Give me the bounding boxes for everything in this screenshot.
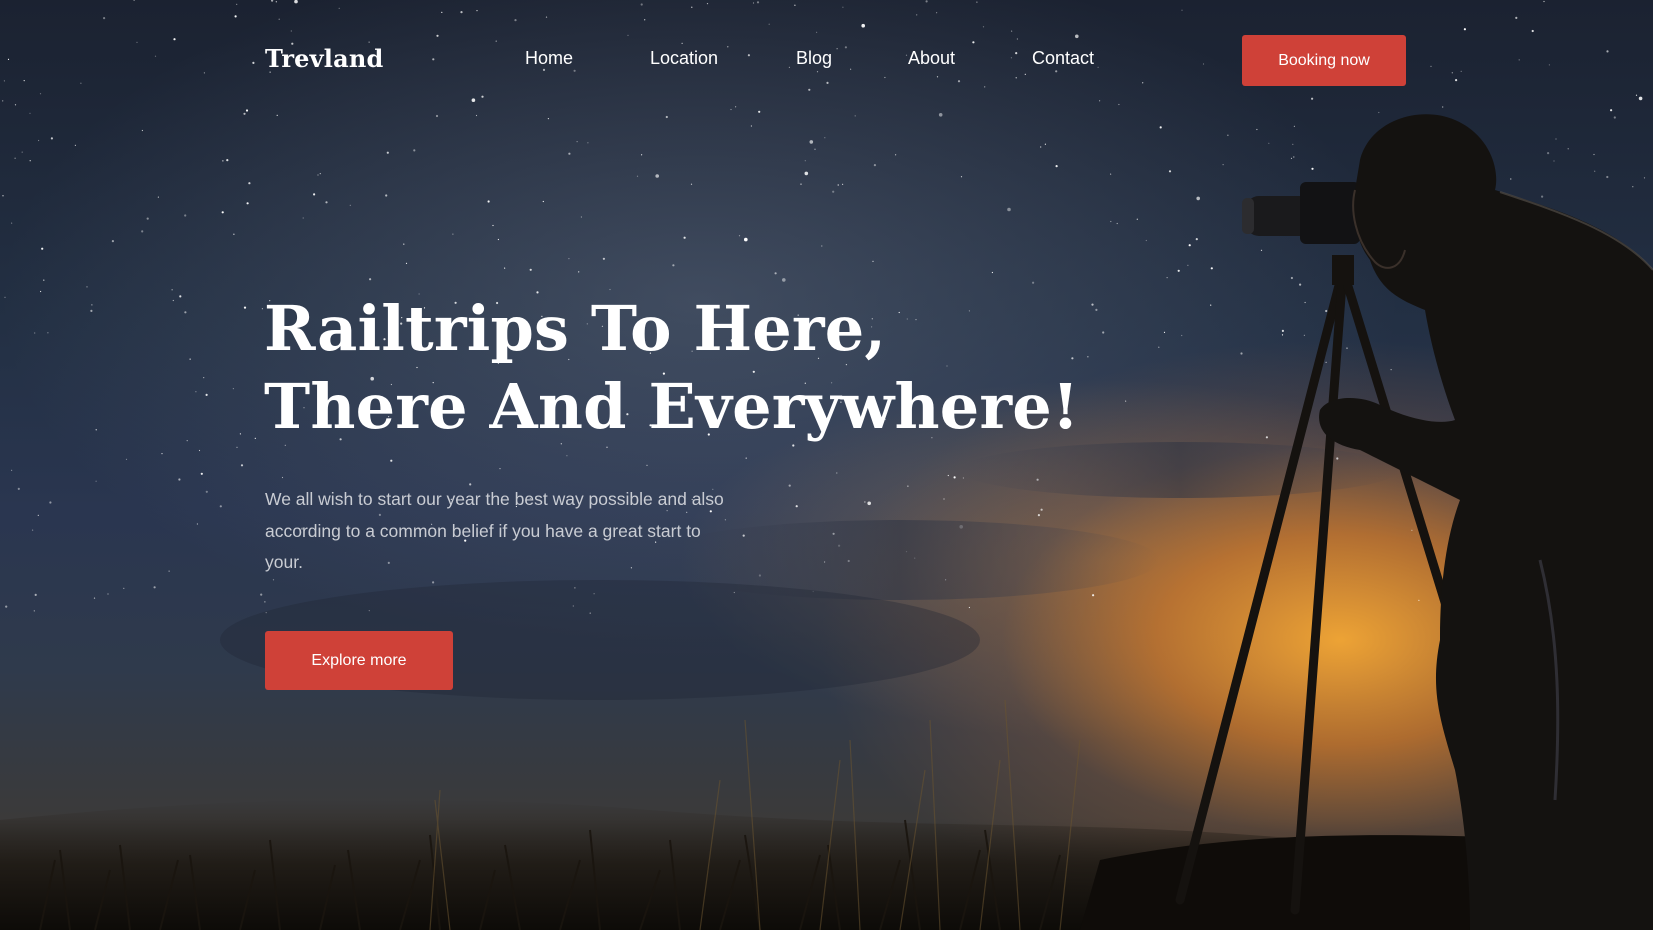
photographer-silhouette-image	[0, 114, 1653, 930]
nav-item-contact[interactable]: Contact	[1032, 48, 1094, 69]
nav-item-blog[interactable]: Blog	[796, 48, 832, 69]
hero-title-line-2: There And Everywhere!	[264, 370, 1080, 443]
hero-description: We all wish to start our year the best w…	[265, 489, 724, 572]
nav-item-location[interactable]: Location	[650, 48, 718, 69]
nav-item-about[interactable]: About	[908, 48, 955, 69]
explore-more-button[interactable]: Explore more	[265, 631, 453, 690]
hero-page: Trevland Home Location Blog About Contac…	[0, 0, 1653, 930]
hero-title-line-1: Railtrips To Here,	[264, 292, 887, 365]
booking-now-button[interactable]: Booking now	[1242, 35, 1406, 86]
brand-logo[interactable]: Trevland	[265, 44, 383, 73]
nav-item-home[interactable]: Home	[525, 48, 573, 69]
hero-title: Railtrips To Here, There And Everywhere!	[264, 290, 1079, 446]
